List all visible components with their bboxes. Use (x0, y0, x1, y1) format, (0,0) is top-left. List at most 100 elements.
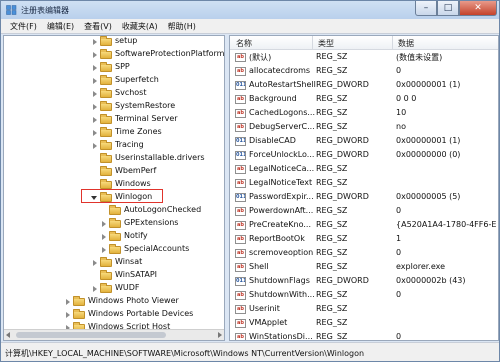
string-value-icon: ab (235, 165, 246, 174)
value-row[interactable]: ab PreCreateKno... REG_SZ {A520A1A4-1780-4F… (230, 219, 498, 232)
menu-view[interactable]: 查看(V) (79, 21, 117, 32)
string-value-icon: ab (235, 179, 246, 188)
tree-item-softwareprotectionplatform[interactable]: SoftwareProtectionPlatform (4, 48, 225, 61)
value-data: (数值未设置) (396, 53, 443, 62)
expand-arrow-icon[interactable] (93, 65, 97, 71)
tree-item-systemrestore[interactable]: SystemRestore (4, 100, 224, 113)
expand-arrow-icon[interactable] (102, 247, 106, 253)
value-row[interactable]: ab CachedLogons... REG_SZ 10 (230, 107, 498, 120)
value-row[interactable]: ab Background REG_SZ 0 0 0 (230, 93, 498, 106)
scrollbar-thumb[interactable] (16, 332, 166, 338)
value-row[interactable]: ab WinStationsDi... REG_SZ 0 (230, 331, 498, 340)
value-row[interactable]: ab Shell REG_SZ explorer.exe (230, 261, 498, 274)
tree-item-userinstallable-drivers[interactable]: Userinstallable.drivers (4, 152, 224, 165)
tree-item-spp[interactable]: SPP (4, 61, 224, 74)
maximize-button[interactable]: □ (437, 1, 459, 16)
menu-favorites[interactable]: 收藏夹(A) (117, 21, 163, 32)
status-bar: 计算机\HKEY_LOCAL_MACHINE\SOFTWARE\Microsof… (1, 342, 499, 361)
tree-horizontal-scrollbar[interactable] (4, 329, 224, 340)
value-row[interactable]: ab allocatecdroms REG_SZ 0 (230, 65, 498, 78)
tree-item-windows-portable-devices[interactable]: Windows Portable Devices (4, 308, 224, 321)
tree-item-setup[interactable]: setup (4, 36, 224, 48)
folder-icon (100, 88, 112, 98)
expand-arrow-icon[interactable] (93, 104, 97, 110)
menu-file[interactable]: 文件(F) (5, 21, 42, 32)
tree-item-wudf[interactable]: WUDF (4, 282, 224, 295)
folder-icon (100, 140, 112, 150)
registry-key-tree[interactable]: setup SoftwareProtectionPlatform SPP Sup… (3, 35, 225, 341)
registry-values-list[interactable]: 名称 类型 数据 ab (默认) REG_SZ (数值未设置) ab allocatecd… (229, 35, 499, 341)
value-data: no (396, 122, 406, 131)
value-row[interactable]: ab DebugServerC... REG_SZ no (230, 121, 498, 134)
expand-arrow-icon[interactable] (93, 260, 97, 266)
folder-icon (100, 75, 112, 85)
value-row[interactable]: ab ShutdownWith... REG_SZ 0 (230, 289, 498, 302)
value-type: REG_SZ (316, 206, 348, 215)
column-divider[interactable] (392, 36, 393, 50)
expand-arrow-icon[interactable] (66, 299, 70, 305)
column-divider[interactable] (312, 36, 313, 50)
tree-item-svchost[interactable]: Svchost (4, 87, 224, 100)
scroll-left-icon[interactable] (6, 332, 10, 338)
tree-item-label: Time Zones (115, 127, 162, 136)
value-row[interactable]: ab LegalNoticeCa... REG_SZ (230, 163, 498, 176)
column-header-data[interactable]: 数据 (398, 38, 414, 49)
expand-arrow-icon[interactable] (93, 78, 97, 84)
value-row[interactable]: ab VMApplet REG_SZ (230, 317, 498, 330)
column-header-name[interactable]: 名称 (236, 38, 252, 49)
tree-item-superfetch[interactable]: Superfetch (4, 74, 224, 87)
title-bar[interactable]: 注册表编辑器 – □ ✕ (1, 1, 499, 19)
column-header-type[interactable]: 类型 (318, 38, 334, 49)
tree-item-autologonchecked[interactable]: AutoLogonChecked (4, 204, 224, 217)
tree-item-time-zones[interactable]: Time Zones (4, 126, 224, 139)
tree-item-winsat[interactable]: Winsat (4, 256, 224, 269)
string-value-icon: ab (235, 319, 246, 328)
value-row[interactable]: 011 AutoRestartShell REG_DWORD 0x00000001 (… (230, 79, 498, 92)
tree-item-tracing[interactable]: Tracing (4, 139, 224, 152)
tree-item-notify[interactable]: Notify (4, 230, 224, 243)
value-data: explorer.exe (396, 262, 446, 271)
expand-arrow-icon[interactable] (102, 234, 106, 240)
expand-arrow-icon[interactable] (93, 91, 97, 97)
expand-arrow-icon[interactable] (66, 312, 70, 318)
value-row[interactable]: ab LegalNoticeText REG_SZ (230, 177, 498, 190)
tree-item-wbemperf[interactable]: WbemPerf (4, 165, 224, 178)
tree-item-label: SoftwareProtectionPlatform (115, 49, 225, 58)
expand-arrow-icon[interactable] (93, 117, 97, 123)
string-value-icon: ab (235, 123, 246, 132)
tree-item-specialaccounts[interactable]: SpecialAccounts (4, 243, 224, 256)
menu-help[interactable]: 帮助(H) (163, 21, 201, 32)
scroll-right-icon[interactable] (218, 332, 222, 338)
tree-item-label: WbemPerf (115, 166, 157, 175)
value-row[interactable]: 011 DisableCAD REG_DWORD 0x00000001 (1) (230, 135, 498, 148)
expand-arrow-icon[interactable] (93, 286, 97, 292)
expand-arrow-icon[interactable] (102, 221, 106, 227)
value-row[interactable]: ab PowerdownAft... REG_SZ 0 (230, 205, 498, 218)
tree-item-gpextensions[interactable]: GPExtensions (4, 217, 224, 230)
menu-edit[interactable]: 编辑(E) (42, 21, 79, 32)
value-row[interactable]: ab (默认) REG_SZ (数值未设置) (230, 51, 498, 64)
binary-value-icon: 011 (235, 277, 246, 286)
value-row[interactable]: ab Userinit REG_SZ (230, 303, 498, 316)
value-row[interactable]: 011 ShutdownFlags REG_DWORD 0x0000002b (43) (230, 275, 498, 288)
value-row[interactable]: 011 PasswordExpir... REG_DWORD 0x00000005 (… (230, 191, 498, 204)
value-type: REG_SZ (316, 234, 348, 243)
expand-arrow-icon[interactable] (93, 143, 97, 149)
tree-item-windows-photo-viewer[interactable]: Windows Photo Viewer (4, 295, 224, 308)
tree-item-label: Windows (115, 179, 151, 188)
tree-item-label: GPExtensions (124, 218, 179, 227)
expand-arrow-icon[interactable] (93, 39, 97, 45)
tree-item-terminal-server[interactable]: Terminal Server (4, 113, 224, 126)
expand-arrow-icon[interactable] (93, 52, 97, 58)
value-row[interactable]: ab ReportBootOk REG_SZ 1 (230, 233, 498, 246)
tree-item-winsatapi[interactable]: WinSATAPI (4, 269, 224, 282)
tree-item-label: WUDF (115, 283, 140, 292)
string-value-icon: ab (235, 333, 246, 340)
minimize-button[interactable]: – (415, 1, 437, 16)
value-row[interactable]: ab scremoveoption REG_SZ 0 (230, 247, 498, 260)
string-value-icon: ab (235, 67, 246, 76)
tree-item-label: AutoLogonChecked (124, 205, 202, 214)
expand-arrow-icon[interactable] (93, 130, 97, 136)
value-row[interactable]: 011 ForceUnlockLo... REG_DWORD 0x00000000 (… (230, 149, 498, 162)
close-button[interactable]: ✕ (459, 1, 497, 16)
